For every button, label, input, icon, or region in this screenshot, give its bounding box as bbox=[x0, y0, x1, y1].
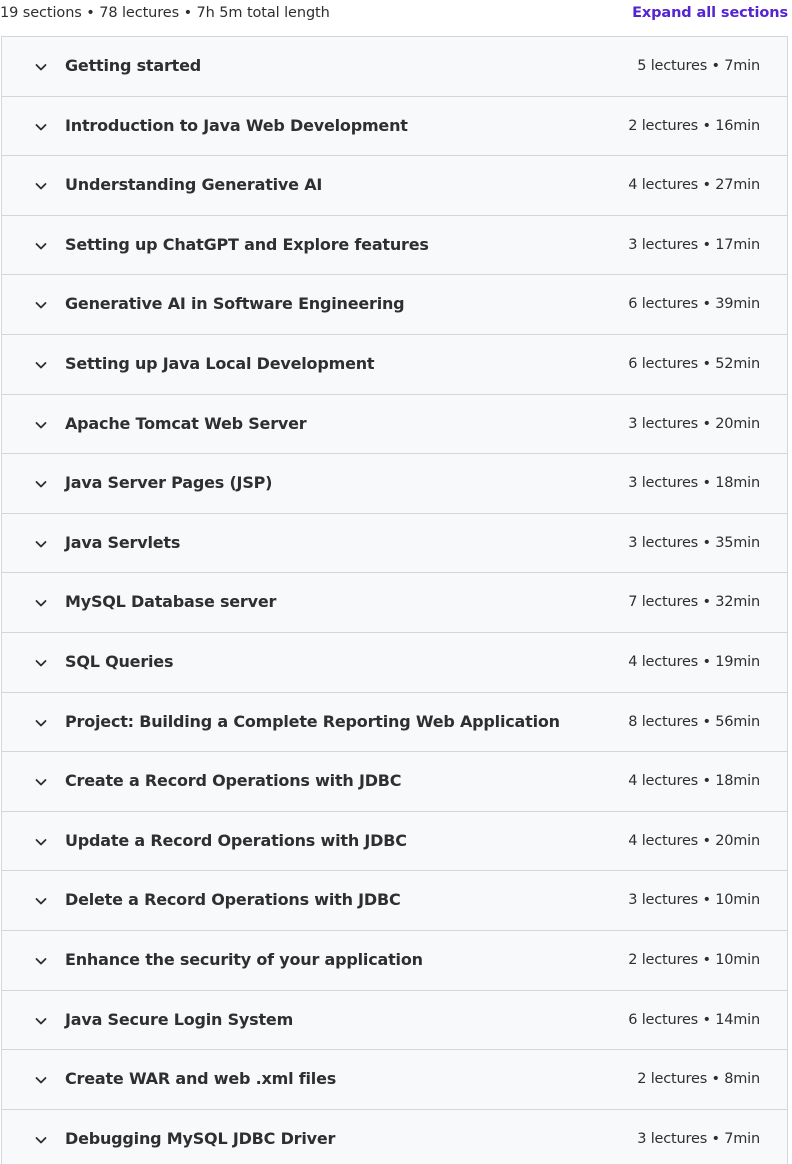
section-title: Setting up Java Local Development bbox=[65, 353, 375, 373]
section-lecture-count: 3 lectures • 7min bbox=[637, 1130, 760, 1147]
chevron-down-icon bbox=[34, 1133, 48, 1147]
section-title: Delete a Record Operations with JDBC bbox=[65, 890, 401, 910]
chevron-down-icon bbox=[34, 418, 48, 432]
section-row[interactable]: Create WAR and web .xml files 2 lectures … bbox=[2, 1050, 787, 1110]
section-row[interactable]: Generative AI in Software Engineering 6 l… bbox=[2, 275, 787, 335]
section-title: Generative AI in Software Engineering bbox=[65, 294, 405, 314]
section-lecture-count: 3 lectures • 20min bbox=[628, 415, 760, 432]
section-lecture-count: 8 lectures • 56min bbox=[628, 713, 760, 730]
expand-all-sections-button[interactable]: Expand all sections bbox=[632, 5, 788, 21]
section-title: Java Secure Login System bbox=[65, 1009, 294, 1029]
chevron-down-icon bbox=[34, 656, 48, 670]
section-title: Debugging MySQL JDBC Driver bbox=[65, 1128, 336, 1148]
section-lecture-count: 3 lectures • 17min bbox=[628, 236, 760, 253]
section-lecture-count: 2 lectures • 16min bbox=[628, 117, 760, 134]
section-title: Setting up ChatGPT and Explore features bbox=[65, 234, 429, 254]
chevron-down-icon bbox=[34, 835, 48, 849]
section-title: Enhance the security of your application bbox=[65, 949, 423, 969]
chevron-down-icon bbox=[34, 60, 48, 74]
chevron-down-icon bbox=[34, 716, 48, 730]
section-row[interactable]: Update a Record Operations with JDBC 4 le… bbox=[2, 811, 787, 872]
chevron-down-icon bbox=[34, 120, 48, 134]
chevron-down-icon bbox=[34, 477, 48, 491]
chevron-down-icon bbox=[34, 1073, 48, 1087]
section-lecture-count: 4 lectures • 19min bbox=[628, 653, 760, 670]
section-title: Introduction to Java Web Development bbox=[65, 115, 408, 135]
section-title: SQL Queries bbox=[65, 651, 174, 671]
section-title: Create WAR and web .xml files bbox=[65, 1069, 337, 1089]
section-lecture-count: 3 lectures • 10min bbox=[628, 892, 760, 909]
curriculum-summary-bar: 19 sections • 78 lectures • 7h 5m total … bbox=[0, 0, 792, 30]
section-title: MySQL Database server bbox=[65, 592, 277, 612]
section-row[interactable]: Java Secure Login System 6 lectures • 14m… bbox=[2, 990, 787, 1051]
section-lecture-count: 2 lectures • 8min bbox=[637, 1071, 760, 1088]
section-row[interactable]: MySQL Database server 7 lectures • 32min bbox=[2, 573, 787, 633]
section-lecture-count: 4 lectures • 20min bbox=[628, 832, 760, 849]
course-curriculum: 19 sections • 78 lectures • 7h 5m total … bbox=[0, 0, 792, 1164]
section-row[interactable]: Setting up Java Local Development 6 lectu… bbox=[2, 334, 787, 395]
chevron-down-icon bbox=[34, 894, 48, 908]
section-lecture-count: 6 lectures • 52min bbox=[628, 355, 760, 372]
section-title: Apache Tomcat Web Server bbox=[65, 413, 307, 433]
section-lecture-count: 3 lectures • 18min bbox=[628, 475, 760, 492]
chevron-down-icon bbox=[34, 179, 48, 193]
section-title: Project: Building a Complete Reporting W… bbox=[65, 711, 560, 731]
section-row[interactable]: Create a Record Operations with JDBC 4 le… bbox=[2, 752, 787, 812]
section-lecture-count: 6 lectures • 14min bbox=[628, 1011, 760, 1028]
section-title: Java Servlets bbox=[65, 532, 181, 552]
section-row[interactable]: Java Server Pages (JSP) 3 lectures • 18mi… bbox=[2, 454, 787, 514]
chevron-down-icon bbox=[34, 239, 48, 253]
section-title: Create a Record Operations with JDBC bbox=[65, 771, 402, 791]
section-row[interactable]: Understanding Generative AI 4 lectures • … bbox=[2, 156, 787, 216]
section-row[interactable]: Delete a Record Operations with JDBC 3 le… bbox=[2, 871, 787, 931]
section-lecture-count: 6 lectures • 39min bbox=[628, 296, 760, 313]
section-row[interactable]: Enhance the security of your application… bbox=[2, 930, 787, 991]
section-title: Understanding Generative AI bbox=[65, 175, 323, 195]
section-lecture-count: 2 lectures • 10min bbox=[628, 951, 760, 968]
curriculum-summary-text: 19 sections • 78 lectures • 7h 5m total … bbox=[0, 5, 330, 21]
section-title: Update a Record Operations with JDBC bbox=[65, 830, 407, 850]
section-row[interactable]: SQL Queries 4 lectures • 19min bbox=[2, 632, 787, 693]
chevron-down-icon bbox=[34, 596, 48, 610]
section-row[interactable]: Setting up ChatGPT and Explore features 3… bbox=[2, 215, 787, 276]
section-title: Getting started bbox=[65, 56, 201, 75]
section-lecture-count: 3 lectures • 35min bbox=[628, 534, 760, 551]
chevron-down-icon bbox=[34, 358, 48, 372]
chevron-down-icon bbox=[34, 1014, 48, 1028]
section-lecture-count: 4 lectures • 27min bbox=[628, 177, 760, 194]
section-row[interactable]: Introduction to Java Web Development 2 le… bbox=[2, 96, 787, 157]
section-title: Java Server Pages (JSP) bbox=[65, 473, 273, 493]
chevron-down-icon bbox=[34, 954, 48, 968]
section-row[interactable]: Apache Tomcat Web Server 3 lectures • 20m… bbox=[2, 394, 787, 455]
section-row[interactable]: Project: Building a Complete Reporting W… bbox=[2, 692, 787, 753]
section-list: Getting started 5 lectures • 7min Introduc… bbox=[1, 36, 788, 1164]
chevron-down-icon bbox=[34, 775, 48, 789]
chevron-down-icon bbox=[34, 537, 48, 551]
chevron-down-icon bbox=[34, 298, 48, 312]
section-lecture-count: 4 lectures • 18min bbox=[628, 773, 760, 790]
section-row[interactable]: Java Servlets 3 lectures • 35min bbox=[2, 513, 787, 574]
section-lecture-count: 7 lectures • 32min bbox=[628, 594, 760, 611]
section-row[interactable]: Debugging MySQL JDBC Driver 3 lectures • … bbox=[2, 1109, 787, 1164]
section-lecture-count: 5 lectures • 7min bbox=[637, 58, 760, 74]
section-row[interactable]: Getting started 5 lectures • 7min bbox=[2, 37, 787, 97]
